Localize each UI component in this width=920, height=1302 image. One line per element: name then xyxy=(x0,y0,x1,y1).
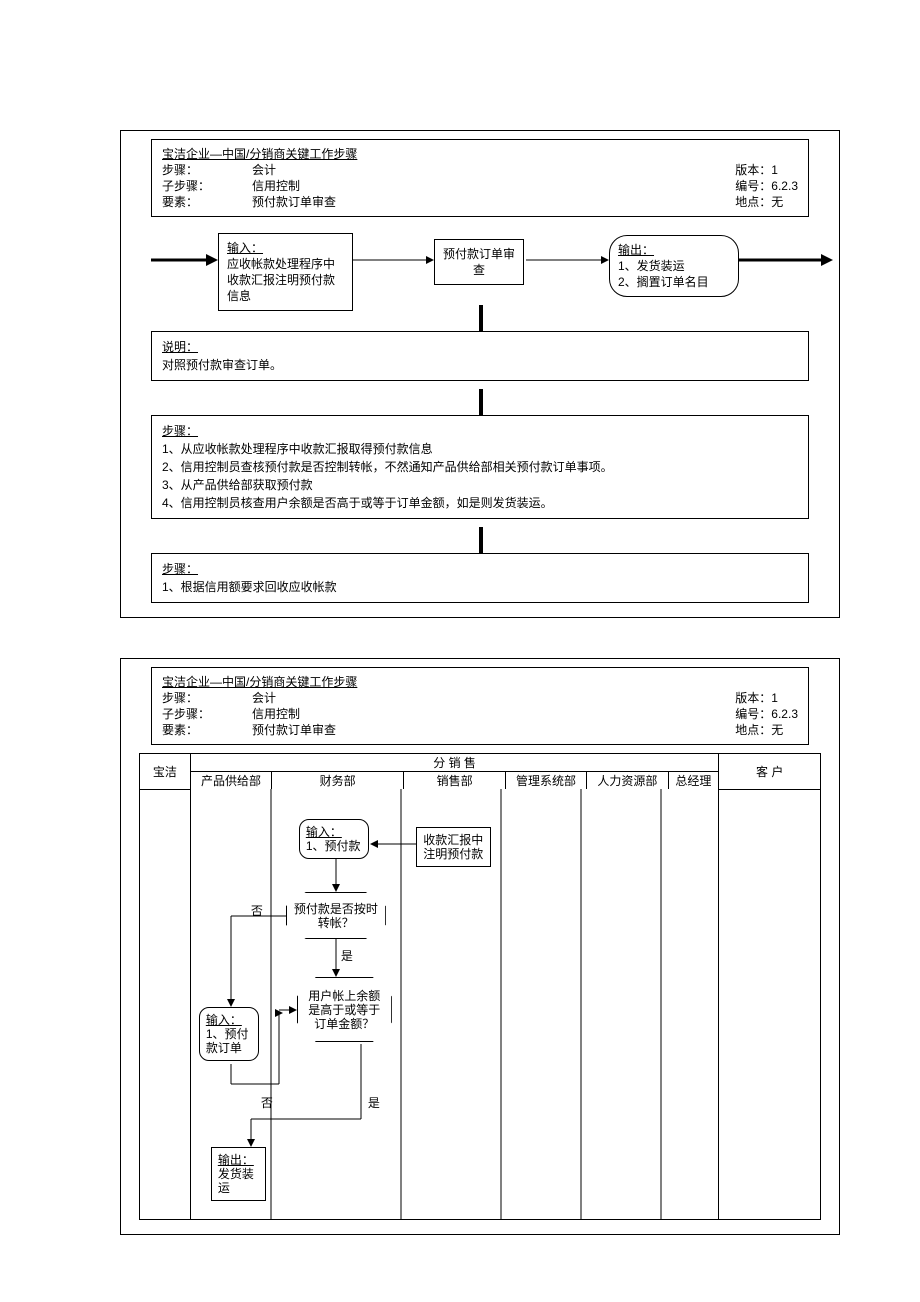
node-note: 收款汇报中注明预付款 xyxy=(416,827,491,867)
desc-text: 对照预付款审查订单。 xyxy=(162,356,798,374)
value-step: 会计 xyxy=(252,163,276,177)
steps1-4: 4、信用控制员核查用户余额是否高于或等于订单金额，如是则发货装运。 xyxy=(162,494,798,512)
lane-baojie-header: 宝洁 xyxy=(140,754,191,790)
header-box-2: 宝洁企业—中国/分销商关键工作步骤 步骤：会计 子步骤：信用控制 要素：预付款订… xyxy=(151,667,809,745)
flow-input-text: 应收帐款处理程序中收款汇报注明预付款信息 xyxy=(227,256,344,304)
swimlane-diagram: 宝洁 分 销 售 客 户 产品供给部 财务部 销售部 管理系统部 人力资源部 总… xyxy=(139,753,821,1220)
description-box: 说明： 对照预付款审查订单。 xyxy=(151,331,809,381)
header-box: 宝洁企业—中国/分销商关键工作步骤 步骤：会计 子步骤：信用控制 要素：预付款订… xyxy=(151,139,809,217)
lane-customer xyxy=(719,789,821,1220)
steps2-label: 步骤： xyxy=(162,560,798,578)
value-number: 6.2.3 xyxy=(771,179,798,193)
lane-h-4: 管理系统部 xyxy=(505,772,586,790)
label-substep: 子步骤： xyxy=(162,178,252,194)
label-location: 地点： xyxy=(735,195,771,209)
lane-customer-header: 客 户 xyxy=(719,754,821,790)
connector-line xyxy=(479,305,483,331)
node-input1: 输入： 1、预付款 xyxy=(299,819,369,859)
label-element: 要素： xyxy=(162,194,252,210)
dist-header: 分 销 售 xyxy=(190,754,719,772)
flow-row: 输入： 应收帐款处理程序中收款汇报注明预付款信息 预付款订单审查 输出： 1、发… xyxy=(151,225,809,305)
lane-h-2: 财务部 xyxy=(272,772,404,790)
label-number: 编号： xyxy=(735,179,771,193)
steps2-1: 1、根据信用额要求回收应收帐款 xyxy=(162,578,798,596)
document-2: 宝洁企业—中国/分销商关键工作步骤 步骤：会计 子步骤：信用控制 要素：预付款订… xyxy=(120,658,840,1235)
value-substep: 信用控制 xyxy=(252,179,300,193)
value-location: 无 xyxy=(771,195,783,209)
header-title: 宝洁企业—中国/分销商关键工作步骤 xyxy=(162,146,357,162)
decision-1: 预付款是否按时转帐？ xyxy=(286,892,386,939)
flow-input-box: 输入： 应收帐款处理程序中收款汇报注明预付款信息 xyxy=(218,233,353,311)
lane-distribution-body: 输入： 1、预付款 收款汇报中注明预付款 预付款是否按时转帐？ 是 否 用户帐上… xyxy=(190,789,719,1220)
flow-output-2: 2、搁置订单名目 xyxy=(618,274,730,290)
steps-box-1: 步骤： 1、从应收帐款处理程序中收款汇报取得预付款信息 2、信用控制员查核预付款… xyxy=(151,415,809,519)
flow-input-label: 输入： xyxy=(227,240,344,256)
steps1-label: 步骤： xyxy=(162,422,798,440)
flow-output-box: 输出： 1、发货装运 2、搁置订单名目 xyxy=(609,235,739,297)
lane-baojie xyxy=(140,789,191,1220)
lane-h-1: 产品供给部 xyxy=(190,772,271,790)
label-yes-1: 是 xyxy=(341,947,353,964)
node-input2: 输入： 1、预付款订单 xyxy=(199,1007,259,1061)
steps-box-2: 步骤： 1、根据信用额要求回收应收帐款 xyxy=(151,553,809,603)
flow-output-1: 1、发货装运 xyxy=(618,258,730,274)
value-version: 1 xyxy=(771,163,778,177)
node-output: 输出： 发货装运 xyxy=(211,1147,266,1201)
header-title-2: 宝洁企业—中国/分销商关键工作步骤 xyxy=(162,674,357,690)
label-yes-2: 是 xyxy=(368,1094,380,1111)
value-element: 预付款订单审查 xyxy=(252,195,336,209)
label-no-1: 否 xyxy=(251,902,263,919)
flow-process-box: 预付款订单审查 xyxy=(434,239,524,285)
flow-output-label: 输出： xyxy=(618,242,730,258)
lane-h-3: 销售部 xyxy=(404,772,506,790)
decision-2: 用户帐上余额是高于或等于订单金额？ xyxy=(297,977,392,1042)
steps1-2: 2、信用控制员查核预付款是否控制转帐，不然通知产品供给部相关预付款订单事项。 xyxy=(162,458,798,476)
desc-label: 说明： xyxy=(162,338,798,356)
label-step: 步骤： xyxy=(162,162,252,178)
flow-process-text: 预付款订单审查 xyxy=(443,246,515,278)
document-1: 宝洁企业—中国/分销商关键工作步骤 步骤：会计 子步骤：信用控制 要素：预付款订… xyxy=(120,130,840,618)
label-version: 版本： xyxy=(735,163,771,177)
connector-line-3 xyxy=(479,527,483,553)
connector-line-2 xyxy=(479,389,483,415)
label-no-2: 否 xyxy=(261,1094,273,1111)
lane-h-5: 人力资源部 xyxy=(587,772,668,790)
steps1-3: 3、从产品供给部获取预付款 xyxy=(162,476,798,494)
lane-h-6: 总经理 xyxy=(668,772,719,790)
steps1-1: 1、从应收帐款处理程序中收款汇报取得预付款信息 xyxy=(162,440,798,458)
